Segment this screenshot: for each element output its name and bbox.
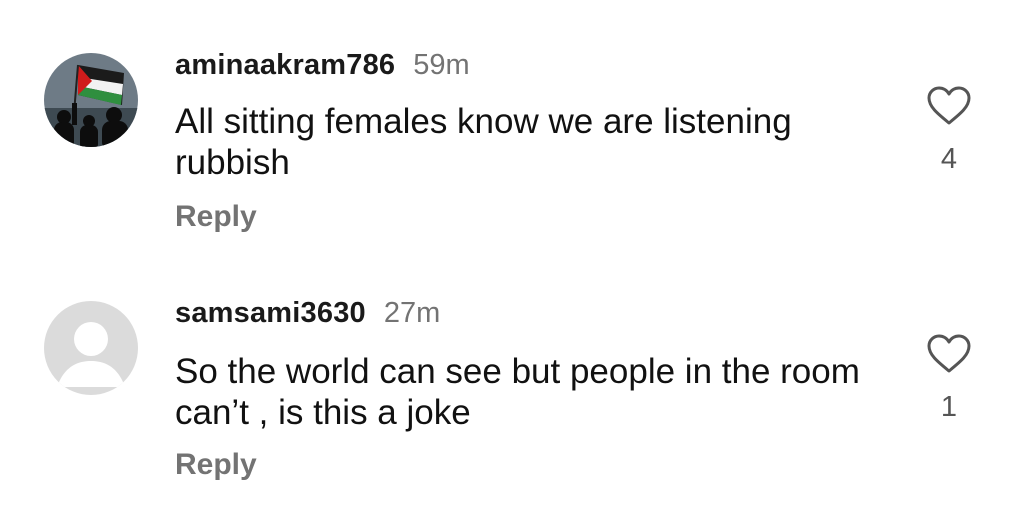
- avatar-flag-image: [44, 53, 138, 147]
- timestamp: 27m: [383, 297, 441, 329]
- username[interactable]: samsami3630: [175, 297, 366, 329]
- like-count: 4: [940, 143, 958, 175]
- reply-button[interactable]: Reply: [175, 200, 257, 234]
- heart-outline-icon[interactable]: [926, 334, 972, 374]
- comment-meta: aminaakram786 59m: [175, 48, 470, 82]
- comment-meta: samsami3630 27m: [175, 296, 440, 330]
- comment-item: samsami3630 27m So the world can see but …: [0, 250, 1024, 500]
- avatar[interactable]: [44, 53, 138, 147]
- timestamp: 59m: [413, 49, 470, 81]
- comment-item: aminaakram786 59m All sitting females kno…: [0, 0, 1024, 250]
- default-avatar-icon: [44, 301, 138, 395]
- comment-text: All sitting females know we are listenin…: [175, 102, 792, 182]
- like-count: 1: [940, 391, 958, 423]
- comment-text: So the world can see but people in the r…: [175, 352, 860, 432]
- heart-outline-icon[interactable]: [926, 86, 972, 126]
- reply-button[interactable]: Reply: [175, 448, 257, 482]
- username[interactable]: aminaakram786: [175, 49, 395, 81]
- avatar[interactable]: [44, 301, 138, 395]
